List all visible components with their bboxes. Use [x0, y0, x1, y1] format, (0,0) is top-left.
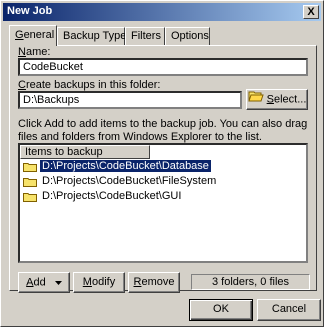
add-button-mnemonic: A [26, 276, 34, 289]
select-button-label: elect... [273, 93, 307, 106]
tab-filters[interactable]: Filters [125, 27, 165, 45]
folder-label: Create backups in this folder: [18, 79, 160, 91]
list-item[interactable]: D:\Projects\CodeBucket\GUI [20, 189, 306, 204]
list-item[interactable]: D:\Projects\CodeBucket\FileSystem [20, 174, 306, 189]
title-bar[interactable]: New Job X [3, 3, 321, 21]
item-count-status: 3 folders, 0 files [191, 274, 310, 290]
name-label-mnemonic: N [18, 46, 26, 58]
tab-options[interactable]: Options [165, 27, 210, 45]
tab-options-label: Options [171, 30, 209, 42]
cancel-button[interactable]: Cancel [257, 299, 321, 321]
instructions-text: Click Add to add items to the backup job… [18, 118, 308, 143]
list-item-label: D:\Projects\CodeBucket\GUI [42, 190, 182, 202]
close-icon: X [307, 6, 315, 18]
list-item[interactable]: D:\Projects\CodeBucket\Database [20, 159, 306, 174]
new-job-dialog: New Job X General Backup Type Filters Op… [0, 0, 324, 327]
select-button-mnemonic: S [266, 93, 274, 106]
folder-icon [23, 192, 37, 207]
name-input[interactable]: CodeBucket [18, 58, 308, 76]
name-label-text: ame: [25, 46, 51, 58]
list-item-label: D:\Projects\CodeBucket\Database [39, 159, 212, 173]
modify-button-label: odify [91, 276, 116, 288]
general-tab-panel: Name: CodeBucket Create backups in this … [9, 45, 317, 293]
open-folder-icon [247, 90, 264, 109]
backup-folder-input[interactable]: D:\Backups [18, 91, 242, 109]
tab-filters-label: Filters [131, 30, 161, 42]
modify-button-mnemonic: M [82, 276, 92, 288]
folder-label-mnemonic: C [18, 79, 26, 91]
dropdown-arrow-icon [54, 273, 62, 292]
add-button[interactable]: Add [18, 272, 70, 293]
backup-items-list[interactable]: Items to backup D:\Projects\CodeBucket\D… [18, 143, 308, 263]
tab-general-label: eneral [23, 29, 55, 41]
folder-label-text: reate backups in this folder: [25, 79, 161, 91]
tab-backup-type-label: Backup Type [63, 30, 127, 42]
ok-button[interactable]: OK [189, 299, 253, 321]
add-button-label: dd [33, 276, 46, 289]
close-button[interactable]: X [303, 5, 319, 19]
tab-backup-type[interactable]: Backup Type [57, 27, 127, 45]
list-item-label: D:\Projects\CodeBucket\FileSystem [42, 175, 217, 187]
remove-button[interactable]: Remove [128, 272, 180, 293]
tab-general[interactable]: General [9, 25, 57, 46]
window-title: New Job [7, 5, 53, 17]
select-folder-button[interactable]: Select... [246, 89, 308, 110]
list-column-header[interactable]: Items to backup [20, 145, 150, 159]
remove-button-label: emove [141, 276, 175, 288]
modify-button[interactable]: Modify [73, 272, 125, 293]
name-label: Name: [18, 46, 50, 58]
tab-general-mnemonic: G [15, 29, 24, 41]
